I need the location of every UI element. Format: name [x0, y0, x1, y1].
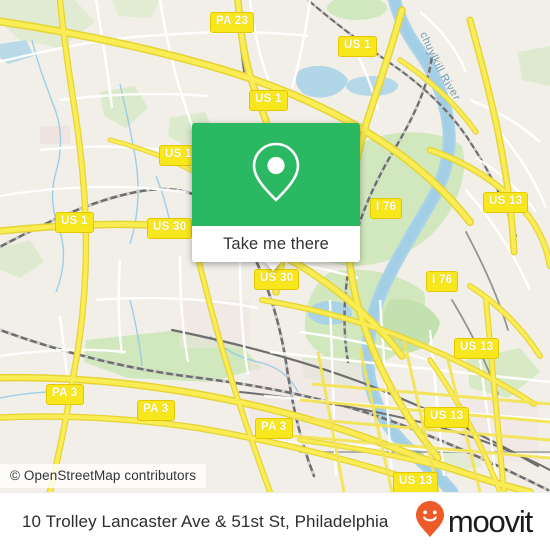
road-shield: US 13: [393, 472, 439, 492]
moovit-station-map-screen: chuylkill River PA 23 US 1 US 1 US 1 US 1 US …: [0, 0, 550, 550]
road-shield: I 76: [370, 198, 403, 219]
footer-bar: 10 Trolley Lancaster Ave & 51st St, Phil…: [0, 492, 550, 550]
road-shield: I 76: [426, 271, 459, 292]
take-me-there-card[interactable]: Take me there: [192, 123, 360, 262]
road-shield: PA 3: [46, 384, 84, 405]
road-shield: US 30: [254, 269, 300, 290]
road-shield: PA 3: [137, 400, 175, 421]
moovit-wordmark: moovit: [447, 504, 533, 539]
road-shield: US 30: [147, 218, 193, 239]
take-me-there-label: Take me there: [223, 234, 329, 253]
road-shield: PA 3: [255, 418, 293, 439]
road-shield: US 1: [249, 90, 288, 111]
moovit-brand[interactable]: moovit: [415, 500, 533, 543]
road-shield: PA 23: [210, 12, 255, 33]
card-action-area[interactable]: Take me there: [192, 226, 360, 262]
card-pin-area: [192, 123, 360, 226]
road-shield: US 13: [424, 407, 470, 428]
road-shield: US 13: [454, 338, 500, 359]
moovit-smiley-pin-icon: [415, 500, 445, 543]
map-pin-icon: [248, 141, 304, 208]
map-attribution: © OpenStreetMap contributors: [0, 464, 207, 488]
station-address-title: 10 Trolley Lancaster Ave & 51st St, Phil…: [22, 511, 389, 531]
road-shield: US 13: [483, 192, 529, 213]
card-pointer-tail: [264, 261, 282, 271]
road-shield: US 1: [338, 36, 377, 57]
road-shield: US 1: [55, 212, 94, 233]
